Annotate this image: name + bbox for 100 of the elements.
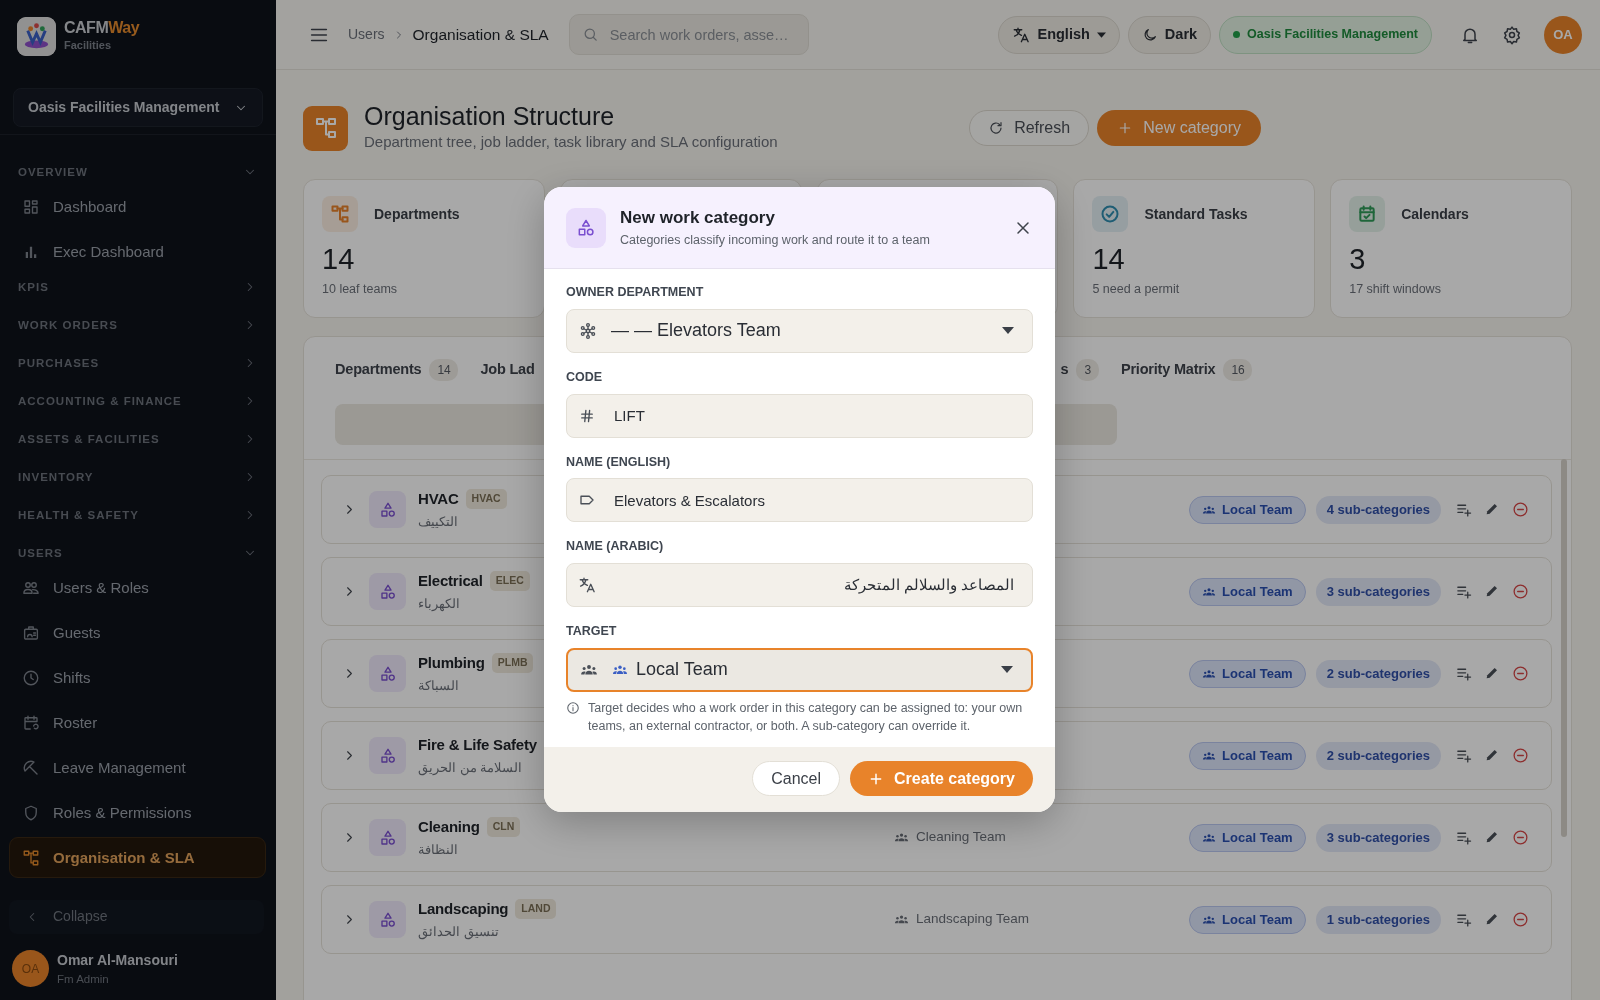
stat-note: 10 leaf teams <box>322 280 399 298</box>
umbrella-icon <box>22 758 40 777</box>
nav-item[interactable]: Dashboard <box>9 186 266 228</box>
arabic-name: النظافة <box>418 841 459 859</box>
category-name: Landscaping <box>418 898 509 919</box>
minus-circle-icon[interactable] <box>1512 501 1529 518</box>
section-header[interactable]: KPIS <box>0 276 276 299</box>
language-select[interactable]: English <box>998 15 1120 54</box>
refresh-button[interactable]: Refresh <box>969 110 1090 146</box>
tab[interactable]: Job Lad <box>480 359 535 387</box>
category-name: HVAC <box>418 488 459 509</box>
nav-item[interactable]: Exec Dashboard <box>9 231 266 273</box>
breadcrumb-link[interactable]: Users <box>348 24 385 45</box>
minus-circle-icon[interactable] <box>1512 665 1529 682</box>
avatar[interactable]: OA <box>1544 15 1582 54</box>
tab[interactable]: Departments 14 <box>335 359 459 387</box>
section-header[interactable]: INVENTORY <box>0 466 276 489</box>
section-header[interactable]: HEALTH & SAFETY <box>0 504 276 527</box>
stat-value: 3 <box>1349 244 1367 276</box>
tab[interactable]: Priority Matrix 16 <box>1120 359 1253 387</box>
settings-icon[interactable] <box>1502 24 1522 45</box>
brand-name: CAFMWay <box>64 19 140 38</box>
cancel-button[interactable]: Cancel <box>752 761 841 796</box>
select-field[interactable]: Local Team <box>566 647 1033 692</box>
minus-circle-icon[interactable] <box>1512 583 1529 600</box>
calendar-icon <box>22 713 40 732</box>
pencil-icon[interactable] <box>1484 665 1500 681</box>
target-tag: Local Team <box>1189 659 1306 688</box>
section-header[interactable]: PURCHASES <box>0 352 276 375</box>
nav-item[interactable]: Leave Management <box>9 747 266 789</box>
target-tag: Local Team <box>1189 905 1306 934</box>
minus-circle-icon[interactable] <box>1512 911 1529 928</box>
nav-item[interactable]: Roles & Permissions <box>9 792 266 834</box>
refresh-icon <box>988 120 1005 136</box>
subcategory-count: 3 sub-categories <box>1315 577 1441 606</box>
subcategory-count: 3 sub-categories <box>1315 823 1441 852</box>
arabic-name: الكهرباء <box>418 595 461 614</box>
code-tag: CLN <box>486 816 521 837</box>
shapes-drawing <box>378 828 397 847</box>
input-field[interactable]: المصاعد والسلالم المتحركة <box>566 563 1033 607</box>
translate-icon <box>1012 25 1031 44</box>
select-field[interactable]: — — Elevators Team <box>566 308 1033 353</box>
input-field[interactable]: Elevators & Escalators <box>566 478 1033 523</box>
page-title: Organisation Structure <box>364 103 616 131</box>
hierarchy-icon <box>22 848 40 867</box>
collapse-button[interactable]: Collapse <box>9 899 264 934</box>
new-category-button[interactable]: New category <box>1097 110 1261 146</box>
shapes-drawing <box>576 217 596 238</box>
nav-item[interactable]: Shifts <box>9 657 266 699</box>
stat-note: 17 shift windows <box>1349 280 1442 298</box>
section-header[interactable]: OVERVIEW <box>0 161 276 184</box>
code-tag: HVAC <box>465 488 507 509</box>
logo-icon <box>17 17 56 56</box>
code-tag: ELEC <box>489 570 530 591</box>
pencil-icon[interactable] <box>1484 911 1500 927</box>
field-label: OWNER DEPARTMENT <box>566 284 705 301</box>
category-name: Cleaning <box>418 816 480 837</box>
tab[interactable]: s 3 <box>1060 359 1099 387</box>
pencil-icon[interactable] <box>1484 501 1500 517</box>
subcategory-count: 1 sub-categories <box>1315 905 1441 934</box>
section-header[interactable]: USERS <box>0 542 276 565</box>
nav-item[interactable]: Roster <box>9 702 266 744</box>
target-tag: Local Team <box>1189 823 1306 852</box>
nav-item[interactable]: Guests <box>9 612 266 654</box>
page-subtitle: Department tree, job ladder, task library and SLA configuration <box>364 131 778 152</box>
nav-item[interactable]: Users & Roles <box>9 567 266 609</box>
search-field[interactable]: Search work orders, asse… <box>568 14 809 55</box>
section-header[interactable]: ASSETS & FACILITIES <box>0 428 276 451</box>
theme-toggle[interactable]: Dark <box>1127 15 1212 54</box>
subcategory-count: 2 sub-categories <box>1315 659 1441 688</box>
minus-circle-icon[interactable] <box>1512 747 1529 764</box>
info-icon <box>566 700 580 715</box>
pencil-icon[interactable] <box>1484 583 1500 599</box>
code-tag: PLMB <box>491 652 534 673</box>
pencil-icon[interactable] <box>1484 747 1500 763</box>
create-button[interactable]: Create category <box>850 761 1033 796</box>
user-name: Omar Al-Mansouri <box>57 950 178 970</box>
target-tag: Local Team <box>1189 741 1306 770</box>
target-tag: Local Team <box>1189 577 1306 606</box>
breadcrumb-current: Organisation & SLA <box>412 24 549 45</box>
section-header[interactable]: WORK ORDERS <box>0 314 276 337</box>
shapes-drawing <box>378 910 397 929</box>
stat-label: Departments <box>374 204 460 224</box>
category-name: Electrical <box>418 570 483 591</box>
grid-icon <box>22 197 40 216</box>
dialog-title: New work category <box>620 207 776 230</box>
minus-circle-icon[interactable] <box>1512 829 1529 846</box>
section-header[interactable]: ACCOUNTING & FINANCE <box>0 390 276 413</box>
field-label: CODE <box>566 368 604 386</box>
organisation-select[interactable]: Oasis Facilities Management <box>13 88 263 128</box>
nav-item[interactable]: Organisation & SLA <box>9 837 266 879</box>
input-field[interactable]: LIFT <box>566 393 1033 438</box>
field-label: NAME (ENGLISH) <box>566 453 672 471</box>
count-badge: 3 <box>1076 359 1099 381</box>
category-name: Fire & Life Safety <box>418 734 537 755</box>
organisation-badge: Oasis Facilities Management <box>1219 15 1432 54</box>
arabic-name: السباكة <box>418 677 460 695</box>
stat-note: 5 need a permit <box>1092 280 1181 298</box>
shapes-drawing <box>378 746 397 765</box>
pencil-icon[interactable] <box>1484 829 1500 845</box>
